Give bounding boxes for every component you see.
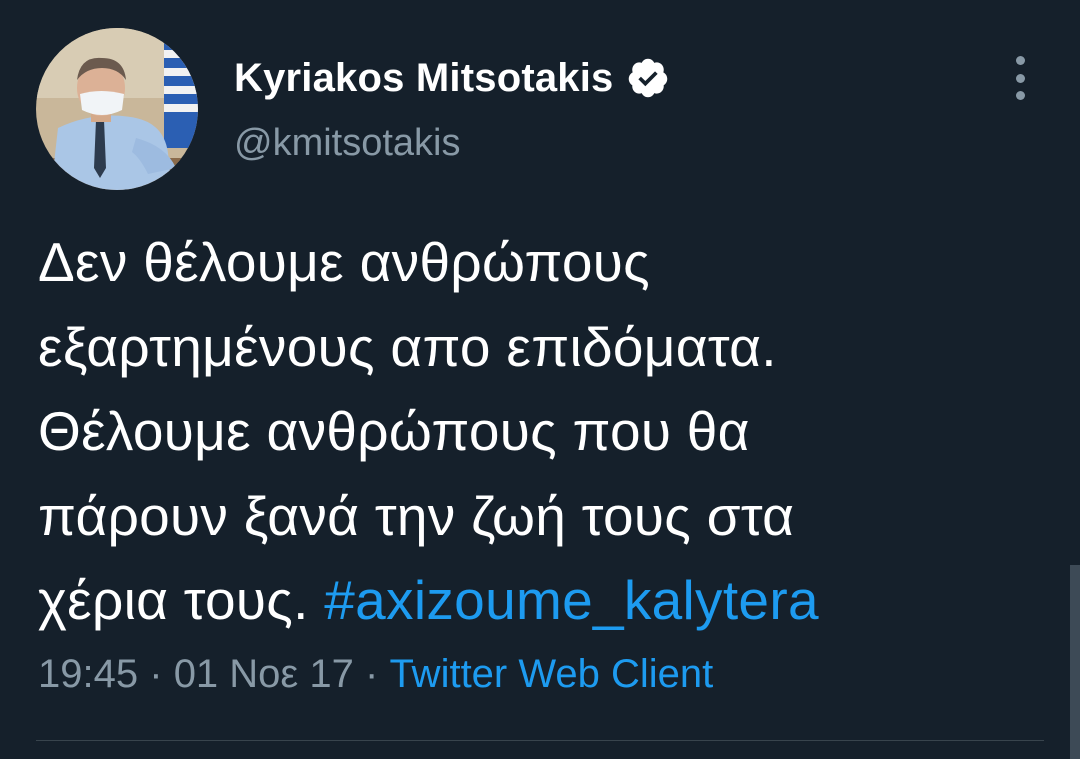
more-dot [1015,91,1025,100]
more-dot [1015,73,1025,83]
tweet-line-last: χέρια τους. #axizoume_kalytera [38,558,1058,643]
tweet-line: εξαρτημένους απο επιδόματα. [38,315,777,378]
meta-separator: · [149,652,163,696]
more-dot [1015,56,1025,65]
tweet-line-text: χέρια τους. [38,569,309,631]
tweet-line: Θέλουμε ανθρώπους που θα [38,400,750,462]
tweet-meta: 19:45 · 01 Νοε 17 · Twitter Web Client [38,652,713,697]
hashtag-link[interactable]: #axizoume_kalytera [324,569,819,631]
tweet-line: Δεν θέλουμε ανθρώπους [38,231,650,293]
tweet-time[interactable]: 19:45 [38,652,138,696]
tweet-date[interactable]: 01 Νοε 17 [174,652,354,696]
verified-badge-icon [626,56,670,100]
avatar[interactable] [36,28,198,190]
scrollbar[interactable] [1070,565,1080,759]
tweet-card: Kyriakos Mitsotakis @kmitsotakis Δεν θέλ… [0,0,1080,759]
more-vertical-icon[interactable] [1000,56,1040,100]
avatar-image [36,28,198,190]
divider [36,740,1044,741]
author-row: Kyriakos Mitsotakis [234,52,670,104]
display-name[interactable]: Kyriakos Mitsotakis [234,56,614,101]
tweet-text: Δεν θέλουμε ανθρώπους εξαρτημένους απο ε… [38,220,1058,643]
tweet-line: πάρουν ξανά την ζωή τους στα [38,484,795,547]
meta-separator: · [365,652,379,696]
author-handle[interactable]: @kmitsotakis [234,122,461,165]
client-link[interactable]: Twitter Web Client [389,652,713,696]
